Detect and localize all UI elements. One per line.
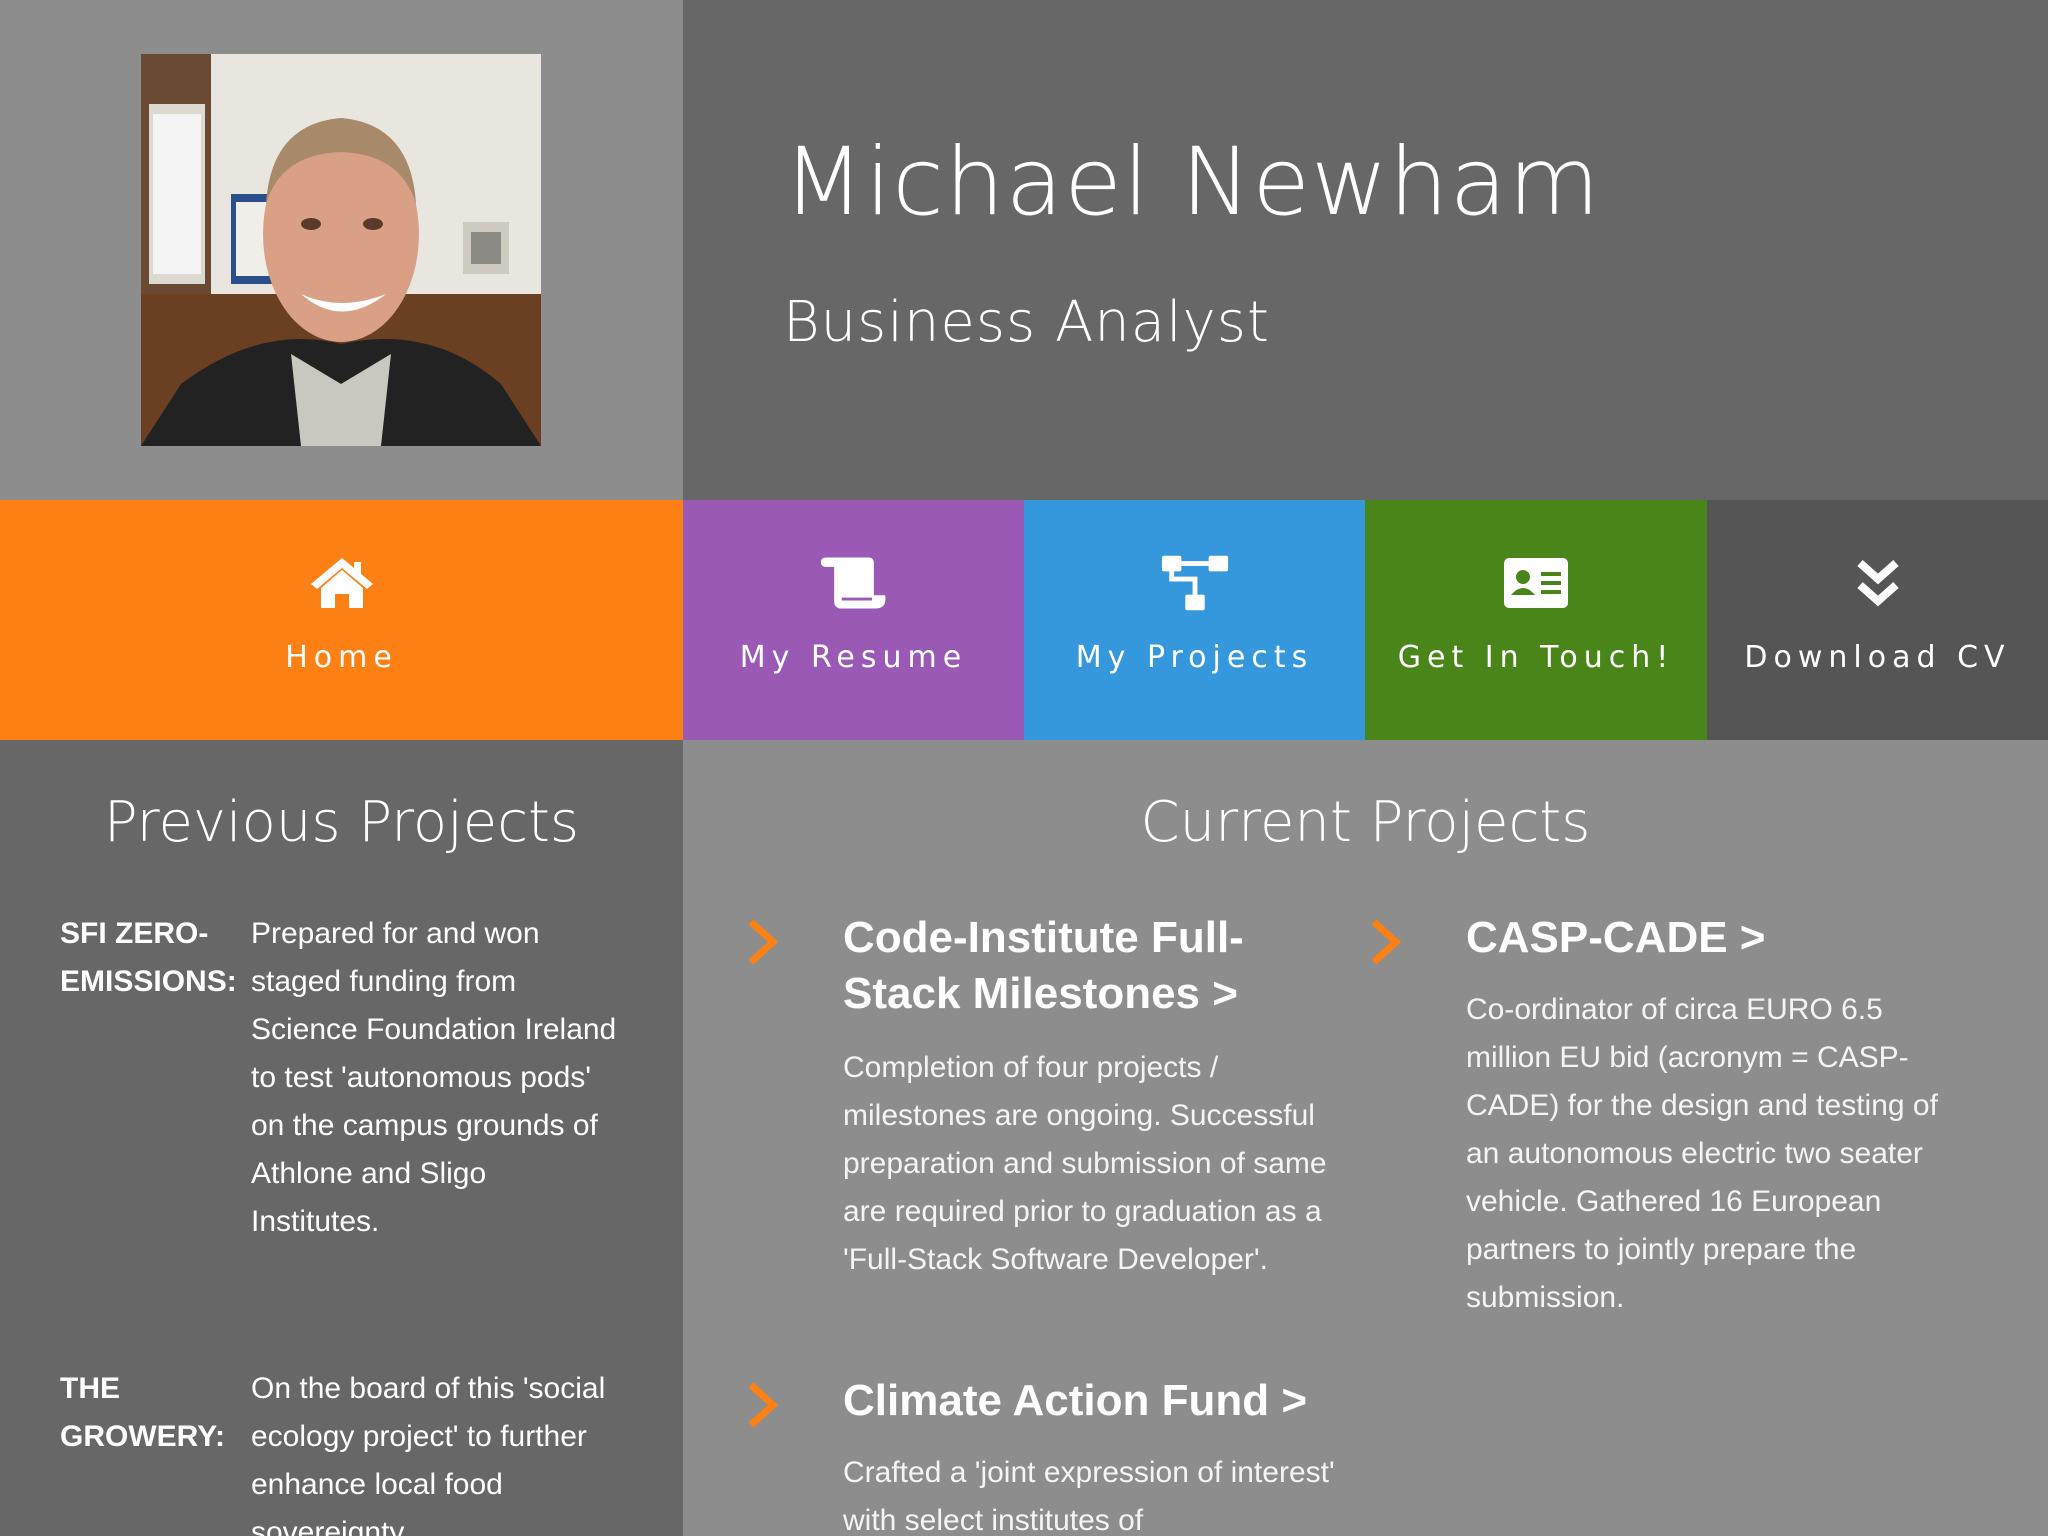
home-icon: [307, 552, 377, 614]
main-nav: Home My Resume My Projects Get In Touch!…: [0, 500, 2048, 740]
previous-projects-title: Previous Projects: [103, 790, 580, 855]
profile-role: Business Analyst: [783, 290, 1270, 355]
previous-project-desc: Prepared for and won staged funding from…: [251, 917, 617, 1238]
current-project-title-link[interactable]: CASP-CADE >: [1466, 910, 1886, 966]
contact-card-icon: [1501, 552, 1571, 614]
current-project-card: Code-Institute Full-Stack Milestones > C…: [743, 910, 1343, 1350]
profile-photo: [141, 54, 541, 446]
previous-project-term: SFI ZERO-EMISSIONS:: [60, 917, 237, 998]
nav-contact[interactable]: Get In Touch!: [1365, 500, 1707, 740]
current-project-card: Climate Action Fund > Crafted a 'joint e…: [743, 1373, 1343, 1536]
current-project-card: CASP-CADE > Co-ordinator of circa EURO 6…: [1366, 910, 1986, 1350]
chevron-right-icon: [748, 919, 779, 965]
previous-project-term: THE GROWERY:: [60, 1372, 225, 1453]
sitemap-icon: [1160, 552, 1230, 614]
nav-home-label: Home: [285, 640, 398, 675]
current-project-title-link[interactable]: Code-Institute Full-Stack Milestones >: [843, 910, 1263, 1022]
nav-contact-label: Get In Touch!: [1397, 640, 1675, 675]
nav-download-cv-label: Download CV: [1744, 640, 2011, 675]
previous-projects-section: Previous Projects SFI ZERO-EMISSIONS: Pr…: [0, 740, 683, 1536]
nav-resume-label: My Resume: [739, 640, 968, 675]
chevron-right-icon: [748, 1382, 779, 1428]
header-panel: Michael Newham Business Analyst: [683, 0, 2048, 500]
profile-name: Michael Newham: [783, 128, 1601, 237]
current-project-desc: Co-ordinator of circa EURO 6.5 million E…: [1466, 993, 1938, 1314]
scroll-icon: [819, 552, 889, 614]
current-projects-title: Current Projects: [1140, 790, 1591, 855]
nav-projects[interactable]: My Projects: [1024, 500, 1365, 740]
current-project-desc: Completion of four projects / milestones…: [843, 1051, 1327, 1276]
double-chevron-down-icon: [1843, 552, 1913, 614]
current-project-desc: Crafted a 'joint expression of interest'…: [843, 1456, 1335, 1536]
nav-home[interactable]: Home: [0, 500, 683, 740]
nav-download-cv[interactable]: Download CV: [1707, 500, 2048, 740]
previous-project-desc: On the board of this 'social ecology pro…: [251, 1372, 606, 1536]
current-projects-section: Current Projects Code-Institute Full-Sta…: [683, 740, 2048, 1536]
current-project-title-link[interactable]: Climate Action Fund >: [843, 1373, 1363, 1429]
profile-photo-panel: [0, 0, 683, 500]
nav-resume[interactable]: My Resume: [683, 500, 1024, 740]
nav-projects-label: My Projects: [1075, 640, 1314, 675]
chevron-right-icon: [1371, 919, 1402, 965]
